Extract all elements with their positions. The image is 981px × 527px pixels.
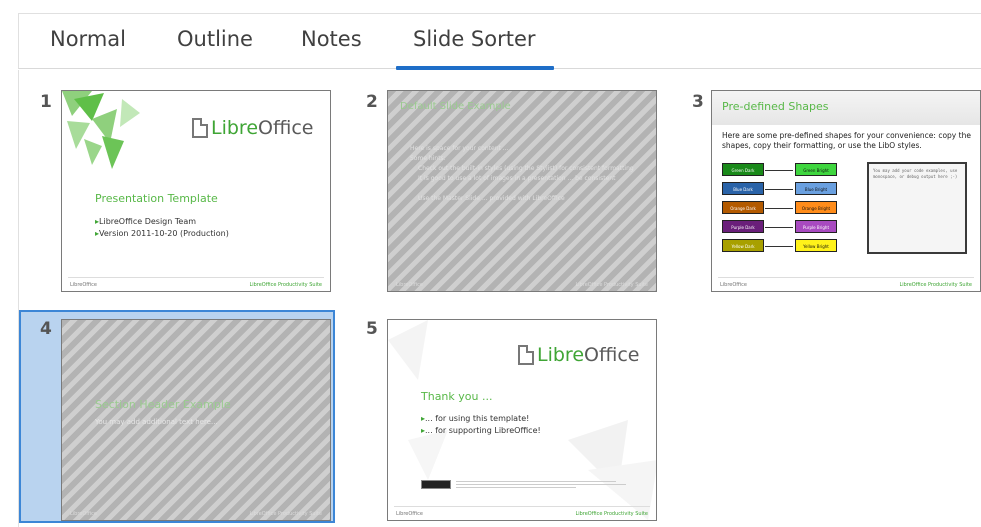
slide-bullet: Use the Master Slide ... provided with L… <box>418 195 565 202</box>
connector-arrow <box>765 208 793 209</box>
slide-bullet: ... for supporting LibreOffice! <box>421 426 541 435</box>
slide-bullet: LibreOffice Design Team <box>95 217 196 226</box>
slide-subtitle: You may add additional text here... <box>95 418 218 426</box>
slide-body-text: Here are some pre-defined shapes for you… <box>722 131 971 150</box>
slide-bullet: Version 2011-10-20 (Production) <box>95 229 229 238</box>
code-example-box: You may add your code examples, use mono… <box>867 162 967 254</box>
logo-libre-text: Libre <box>211 117 259 139</box>
slide-title: Default Slide Example <box>400 101 511 112</box>
code-example-text: You may add your code examples, use mono… <box>873 168 958 179</box>
connector-arrow <box>765 227 793 228</box>
logo-libre-text: Libre <box>537 344 585 366</box>
slide-thumbnail[interactable]: LibreOffice Presentation Template LibreO… <box>61 90 331 292</box>
view-tabbar: Normal Outline Notes Slide Sorter <box>18 13 981 70</box>
slide-title: Pre-defined Shapes <box>722 100 829 113</box>
connector-arrow <box>765 246 793 247</box>
shape-yellow-bright: Yellow Bright <box>795 239 837 252</box>
slide-thumbnail[interactable]: LibreOffice Thank you ... ... for using … <box>387 319 657 521</box>
shape-green-bright: Green Bright <box>795 163 837 176</box>
slide-number: 5 <box>366 319 378 339</box>
connector-arrow <box>765 189 793 190</box>
libreoffice-logo: Libre Office <box>192 117 313 139</box>
slide-title: Thank you ... <box>421 390 493 403</box>
shape-yellow-dark: Yellow Dark <box>722 239 764 252</box>
footer-line <box>394 506 650 507</box>
libreoffice-logo: Libre Office <box>518 344 639 366</box>
footer-line <box>68 277 324 278</box>
slide-thumbnail[interactable]: Pre-defined Shapes Here are some pre-def… <box>711 90 981 292</box>
logo-office-text: Office <box>584 344 640 366</box>
shape-green-dark: Green Dark <box>722 163 764 176</box>
license-fine-print <box>456 487 576 488</box>
license-fine-print <box>456 484 626 485</box>
slide-bullet: It is good to use a lot of images in a p… <box>418 175 616 182</box>
shape-purple-dark: Purple Dark <box>722 220 764 233</box>
slide-thumbnail[interactable]: Section Header Example You may add addit… <box>61 319 331 521</box>
slide-bullet: Some hints: <box>410 155 446 162</box>
connector-arrow <box>765 170 793 171</box>
slide-thumbnail[interactable]: Default Slide Example Here is space for … <box>387 90 657 292</box>
logo-office-text: Office <box>258 117 314 139</box>
tab-slide-sorter[interactable]: Slide Sorter <box>396 27 553 70</box>
slide-sorter-pane: 1 LibreOffice Presentation Template Libr… <box>18 70 981 527</box>
slide-footer-right: LibreOffice Productivity Suite <box>575 511 648 517</box>
slide-title: Presentation Template <box>95 192 218 205</box>
tab-outline[interactable]: Outline <box>177 27 253 51</box>
slide-footer-left: LibreOffice <box>720 282 747 288</box>
tab-normal[interactable]: Normal <box>50 27 126 51</box>
slide-footer-right: LibreOffice Productivity Suite <box>249 282 322 288</box>
slide-footer-left: LibreOffice <box>396 282 423 288</box>
slide-footer-right: LibreOffice Productivity Suite <box>249 511 322 517</box>
footer-line <box>718 277 974 278</box>
shape-orange-bright: Orange Bright <box>795 201 837 214</box>
document-icon <box>518 345 534 365</box>
slide-footer-left: LibreOffice <box>70 511 97 517</box>
slide-footer-left: LibreOffice <box>70 282 97 288</box>
slide-bullet: Check out the built-in styles (using the… <box>418 165 634 172</box>
slide-bullet: ... for using this template! <box>421 414 529 423</box>
cc-license-badge-icon <box>421 480 451 489</box>
shape-orange-dark: Orange Dark <box>722 201 764 214</box>
license-fine-print <box>456 481 616 482</box>
slide-bullet: Here is space for your content ... <box>410 145 509 152</box>
slide-number: 4 <box>40 319 52 339</box>
slide-number: 2 <box>366 92 378 112</box>
shape-purple-bright: Purple Bright <box>795 220 837 233</box>
tab-notes[interactable]: Notes <box>301 27 362 51</box>
slide-number: 1 <box>40 92 52 112</box>
slide-footer-right: LibreOffice Productivity Suite <box>575 282 648 288</box>
shape-blue-bright: Blue Bright <box>795 182 837 195</box>
slide-title: Section Header Example <box>95 398 231 411</box>
leaf-decoration-icon <box>62 91 140 169</box>
slide-footer-left: LibreOffice <box>396 511 423 517</box>
slide-footer-right: LibreOffice Productivity Suite <box>899 282 972 288</box>
document-icon <box>192 118 208 138</box>
slide-number: 3 <box>692 92 704 112</box>
shape-blue-dark: Blue Dark <box>722 182 764 195</box>
